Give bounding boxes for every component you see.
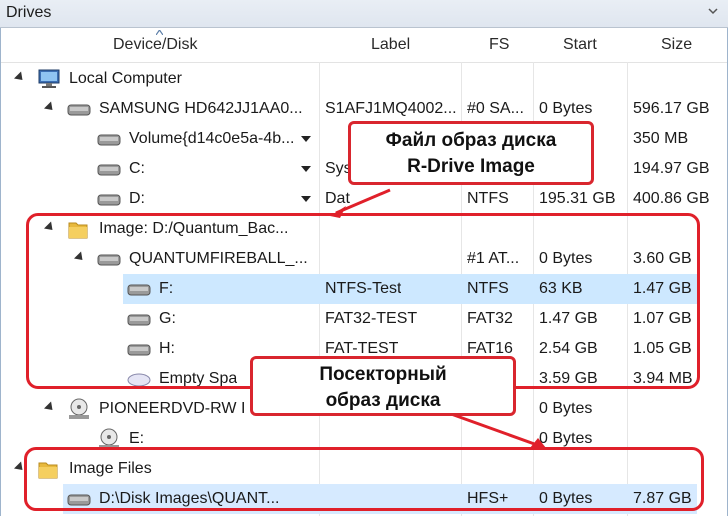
callout-line: R-Drive Image (407, 156, 535, 177)
dvd-drive-icon (69, 398, 89, 419)
sort-ascending-icon (156, 30, 163, 35)
row-device: C: (129, 160, 145, 177)
dropdown-arrow-icon[interactable] (301, 196, 311, 202)
row-label: Dat (325, 190, 350, 207)
row-device: Local Computer (69, 70, 182, 87)
row-label: S1AFJ1MQ4002... (325, 100, 457, 117)
callout-line: Файл образ диска (385, 130, 557, 151)
col-header-start[interactable]: Start (563, 36, 597, 54)
row-start: 0 Bytes (539, 100, 593, 117)
callout-line: образ диска (325, 390, 441, 411)
hard-disk-icon (97, 194, 121, 206)
row-start: 0 Bytes (539, 430, 593, 447)
hard-disk-icon (97, 134, 121, 146)
callout-sector-image: Посекторный образ диска (250, 356, 516, 416)
collapse-caret-icon[interactable] (708, 6, 718, 16)
dropdown-arrow-icon[interactable] (301, 136, 311, 142)
row-size: 350 MB (633, 130, 689, 147)
row-device: E: (129, 430, 145, 447)
expand-arrow-icon[interactable] (43, 401, 57, 414)
row-size: 400.86 GB (633, 190, 710, 207)
row-device: SAMSUNG HD642JJ1AA0... (99, 100, 303, 117)
dropdown-arrow-icon[interactable] (301, 166, 311, 172)
title-bar: Drives (0, 0, 728, 28)
row-fs: #0 SA... (467, 100, 524, 117)
row-start: 195.31 GB (539, 190, 616, 207)
row-device: D: (129, 190, 145, 207)
row-start: 0 Bytes (539, 400, 593, 417)
computer-icon (38, 69, 60, 88)
callout-rdrive-image: Файл образ диска R-Drive Image (348, 121, 594, 185)
row-device: Volume{d14c0e5a-4b... (129, 130, 295, 147)
row-fs: NTFS (467, 190, 509, 207)
tree-row-volume[interactable]: D: Dat NTFS 195.31 GB 400.86 GB (1, 184, 727, 214)
callout-line: Посекторный (319, 364, 447, 385)
col-header-fs[interactable]: FS (489, 36, 509, 54)
col-header-label[interactable]: Label (371, 36, 410, 54)
row-size: 194.97 GB (633, 160, 710, 177)
hard-disk-icon (97, 164, 121, 176)
expand-arrow-icon[interactable] (13, 71, 27, 84)
annotation-box-image-files (24, 447, 704, 511)
hard-disk-icon (67, 104, 91, 116)
column-header: Device/Disk Label FS Start Size (1, 28, 727, 63)
window-title: Drives (6, 4, 52, 21)
row-size: 596.17 GB (633, 100, 710, 117)
tree-row-local-computer[interactable]: Local Computer (1, 64, 727, 94)
col-header-size[interactable]: Size (661, 36, 692, 54)
col-header-device[interactable]: Device/Disk (113, 36, 197, 54)
tree-row-disk[interactable]: SAMSUNG HD642JJ1AA0... S1AFJ1MQ4002... #… (1, 94, 727, 124)
expand-arrow-icon[interactable] (43, 101, 57, 114)
